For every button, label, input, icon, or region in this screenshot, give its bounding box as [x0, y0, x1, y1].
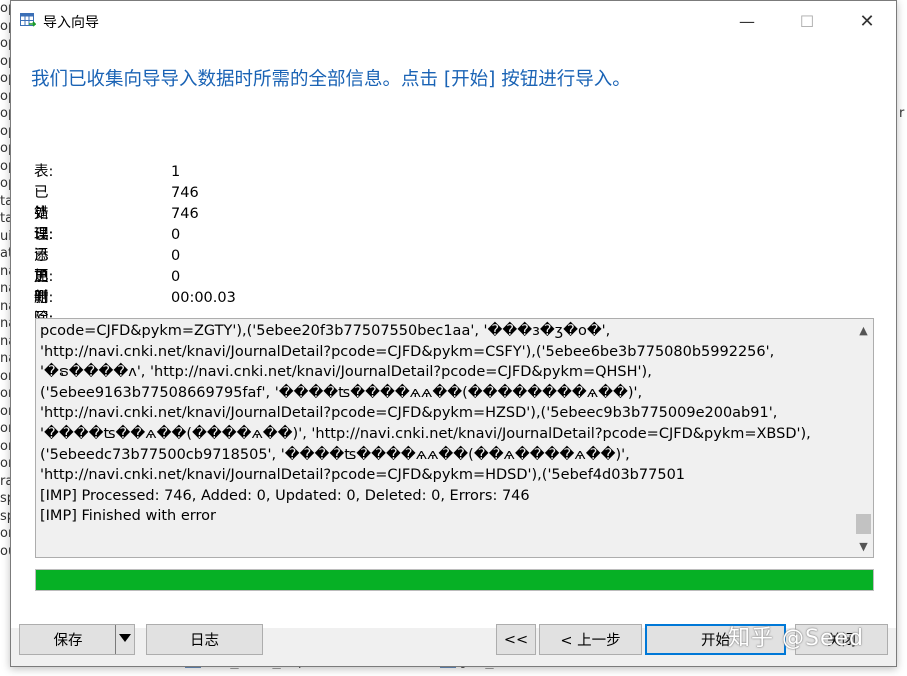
stat-value: 0: [171, 248, 181, 264]
stat-value: 1: [171, 164, 181, 180]
background-text-fragment: op: [0, 123, 10, 139]
minimize-button[interactable]: —: [724, 1, 770, 41]
background-text-fragment: op: [0, 18, 10, 34]
background-text-fragment: at: [0, 246, 10, 261]
background-text-fragment: ou: [0, 543, 10, 559]
background-text-fragment: op: [0, 176, 10, 191]
log-scrollbar[interactable]: ▲ ▼: [854, 319, 873, 557]
background-text-fragment: ta: [0, 193, 10, 209]
stat-label: 表:: [34, 164, 54, 180]
save-button[interactable]: 保存: [19, 624, 135, 655]
log-line: ('5ebee9163b77508669795faf', '����ʦ����ѧ…: [40, 384, 643, 401]
background-text-fragment: op: [0, 158, 10, 174]
background-text-fragment: or: [0, 526, 10, 541]
background-text-fragment: or: [0, 403, 10, 419]
background-text-fragment: ui: [0, 228, 10, 244]
progress-fill: [36, 570, 873, 590]
save-button-label: 保存: [53, 633, 83, 649]
log-text: pcode=CJFD&pykm=ZGTY'),('5ebee20f3b77507…: [40, 321, 845, 527]
wizard-content: 我们已收集向导导入数据时所需的全部信息。点击 [开始] 按钮进行导入。 表: 1 …: [11, 41, 896, 628]
first-step-button[interactable]: <<: [496, 624, 536, 655]
background-text-fragment: na: [0, 281, 10, 296]
background-text-fragment: sp: [0, 508, 10, 524]
log-line: pcode=CJFD&pykm=ZGTY'),('5ebee20f3b77507…: [40, 323, 611, 339]
background-text-fragment: op: [0, 53, 10, 69]
import-log-textbox[interactable]: pcode=CJFD&pykm=ZGTY'),('5ebee20f3b77507…: [35, 318, 874, 558]
log-line: '����ʦ��ѧ��(����ѧ��)', 'http://navi.cnki…: [40, 425, 811, 442]
log-line: '�ຣ����ʌ', 'http://navi.cnki.net/knavi/J…: [40, 364, 652, 381]
stat-value: 746: [171, 206, 199, 222]
log-line: ('5ebeedc73b77500cb9718505', '����ʦ����ѧ…: [40, 446, 630, 463]
background-text-fragment: ra: [0, 473, 10, 489]
log-line: 'http://navi.cnki.net/knavi/JournalDetai…: [40, 467, 686, 484]
background-text-fragment: na: [0, 333, 10, 349]
log-line: 'http://navi.cnki.net/knavi/JournalDetai…: [40, 405, 778, 422]
background-left-column: op op op op op op op op op op op ta ta ui at na na na na na…: [0, 0, 10, 676]
background-text-fragment: na: [0, 316, 10, 331]
log-line: 'http://navi.cnki.net/knavi/JournalDetai…: [40, 343, 775, 360]
background-text-fragment: op: [0, 88, 10, 104]
background-text-fragment: na: [0, 263, 10, 279]
page-heading: 我们已收集向导导入数据时所需的全部信息。点击 [开始] 按钮进行导入。: [31, 69, 631, 90]
import-wizard-dialog: 导入向导 — ☐ ✕ 我们已收集向导导入数据时所需的全部信息。点击 [开始] 按…: [10, 0, 897, 667]
scroll-up-arrow-icon[interactable]: ▲: [854, 321, 873, 339]
background-text-fragment: or: [0, 456, 10, 471]
background-text-fragment: op: [0, 36, 10, 51]
window-title: 导入向导: [43, 15, 99, 31]
previous-step-button[interactable]: < 上一步: [539, 624, 642, 655]
background-text-fragment: sp: [0, 491, 10, 506]
background-text-fragment: or: [0, 421, 10, 436]
dropdown-arrow-icon[interactable]: [119, 634, 131, 642]
background-text-fragment: op: [0, 1, 10, 16]
background-text-fragment: or: [0, 386, 10, 401]
stat-value: 0: [171, 269, 181, 285]
background-text-fragment: ta: [0, 211, 10, 226]
split-divider: [115, 625, 116, 654]
log-line: [IMP] Processed: 746, Added: 0, Updated:…: [40, 487, 530, 504]
background-right-fragment: r: [899, 106, 905, 121]
background-text-fragment: op: [0, 106, 10, 121]
scroll-down-arrow-icon[interactable]: ▼: [854, 537, 873, 555]
log-button[interactable]: 日志: [146, 624, 263, 655]
background-text-fragment: op: [0, 141, 10, 156]
background-text-fragment: or: [0, 368, 10, 384]
maximize-button[interactable]: ☐: [784, 1, 830, 41]
stat-value: 00:00.03: [171, 290, 236, 306]
import-wizard-icon: [20, 13, 36, 27]
background-text-fragment: op: [0, 71, 10, 86]
background-text-fragment: or: [0, 438, 10, 454]
import-progress-bar: [35, 569, 874, 591]
close-window-button[interactable]: ✕: [844, 1, 890, 41]
scroll-thumb[interactable]: [856, 514, 871, 534]
title-bar: 导入向导 — ☐ ✕: [11, 1, 896, 41]
background-text-fragment: na: [0, 351, 10, 366]
log-line: [IMP] Finished with error: [40, 508, 216, 525]
watermark: 知乎 @Seed: [728, 626, 864, 651]
stat-value: 0: [171, 227, 181, 243]
stat-value: 746: [171, 185, 199, 201]
background-text-fragment: na: [0, 298, 10, 314]
